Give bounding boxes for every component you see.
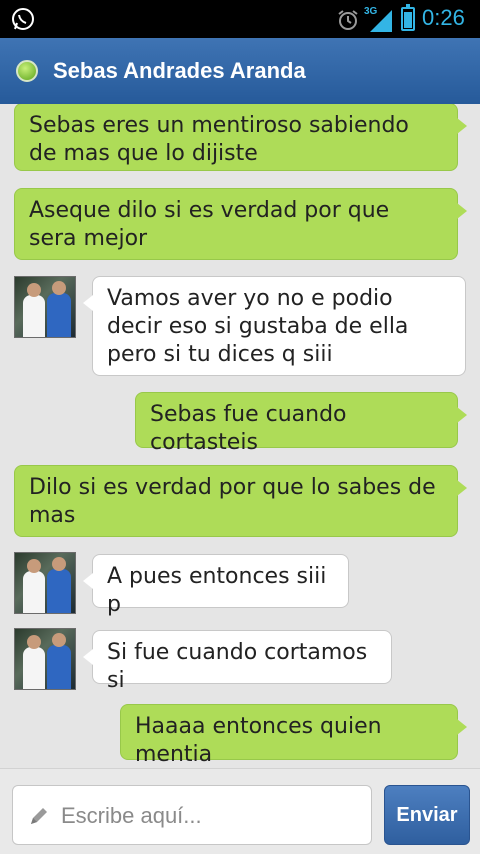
message-bubble-outgoing[interactable]: Aseque dilo si es verdad por que sera me… [14,188,467,260]
message-list[interactable]: Sebas eres un mentiroso sabiendo de mas … [0,104,480,768]
message-bubble-incoming[interactable]: Si fue cuando cortamos si [83,630,392,693]
alarm-icon [338,10,358,30]
message-text: A pues entonces siii p [107,564,327,617]
message-bubble-outgoing[interactable]: Haaaa entonces quien mentia [120,704,467,767]
message-input[interactable] [61,800,361,832]
message-text: Sebas eres un mentiroso sabiendo de mas … [29,113,409,166]
message-text: Vamos aver yo no e podio decir eso si gu… [107,286,409,367]
message-bubble-outgoing[interactable]: Sebas fue cuando cortasteis [135,392,467,455]
contact-avatar[interactable] [14,628,76,690]
pencil-icon [31,808,47,824]
bubble-tail [457,203,467,219]
message-input-box[interactable] [12,785,372,845]
message-text: Dilo si es verdad por que lo sabes de ma… [29,475,436,528]
bubble-tail [457,719,467,735]
contact-name[interactable]: Sebas Andrades Aranda [53,58,306,84]
bubble-tail [83,649,93,665]
signal-icon: 3G [364,6,396,32]
send-button[interactable]: Enviar [384,785,470,845]
contact-avatar[interactable] [14,552,76,614]
whatsapp-icon [12,8,34,30]
message-bubble-incoming[interactable]: Vamos aver yo no e podio decir eso si gu… [83,276,466,376]
chat-header: Sebas Andrades Aranda [0,38,480,104]
bubble-tail [83,573,93,589]
message-text: Si fue cuando cortamos si [107,640,368,693]
contact-avatar[interactable] [14,276,76,338]
message-composer: Enviar [0,768,480,854]
online-status-icon [16,60,38,82]
battery-icon [401,4,415,31]
message-text: Aseque dilo si es verdad por que sera me… [29,198,390,251]
status-bar: 3G 0:26 [0,0,480,38]
message-bubble-outgoing[interactable]: Dilo si es verdad por que lo sabes de ma… [14,465,467,537]
bubble-tail [457,480,467,496]
message-bubble-incoming[interactable]: A pues entonces siii p [83,554,349,617]
message-text: Sebas fue cuando cortasteis [150,402,347,455]
message-bubble-outgoing[interactable]: Sebas eres un mentiroso sabiendo de mas … [14,104,467,171]
clock: 0:26 [422,5,465,30]
message-text: Haaaa entonces quien mentia [135,714,382,767]
bubble-tail [457,118,467,134]
bubble-tail [83,295,93,311]
bubble-tail [457,407,467,423]
